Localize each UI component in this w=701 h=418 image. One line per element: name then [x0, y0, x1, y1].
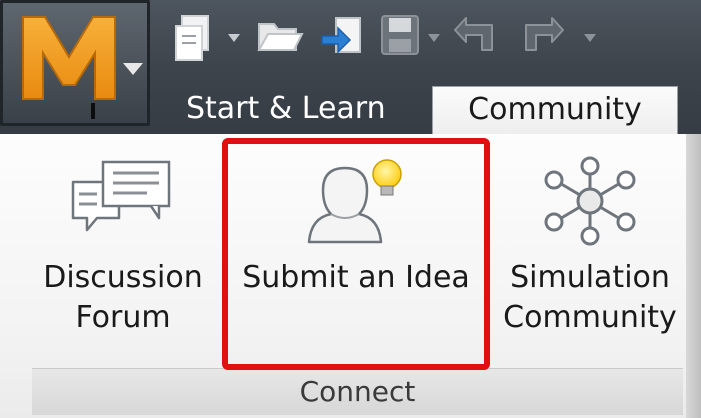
new-file-icon[interactable]	[172, 12, 216, 64]
discussion-forum-label: Discussion Forum	[32, 258, 214, 338]
discussion-forum-label-line2: Forum	[75, 300, 171, 335]
network-nodes-icon	[544, 156, 636, 246]
discussion-forum-button[interactable]: Discussion Forum	[32, 134, 214, 364]
highlight-box	[222, 138, 490, 370]
open-folder-icon[interactable]	[256, 12, 304, 58]
redo-icon[interactable]	[520, 12, 566, 56]
chevron-down-icon[interactable]	[228, 34, 240, 42]
app-button-indicator	[91, 103, 95, 119]
chevron-down-icon	[123, 63, 143, 75]
application-menu-button[interactable]	[0, 0, 150, 126]
undo-icon[interactable]	[452, 12, 498, 56]
tab-community[interactable]: Community	[432, 86, 678, 134]
import-icon[interactable]	[318, 12, 366, 60]
chevron-down-icon[interactable]	[428, 34, 440, 42]
panel-title: Connect	[299, 375, 416, 408]
speech-bubbles-icon	[71, 160, 171, 232]
panel-title-bar: Connect	[32, 368, 683, 415]
simulation-community-label-line2: Community	[503, 300, 677, 335]
simulation-community-label: Simulation Community	[496, 258, 684, 338]
discussion-forum-label-line1: Discussion	[43, 260, 203, 295]
chevron-down-icon[interactable]	[584, 34, 596, 42]
ribbon-right-edge	[686, 134, 701, 418]
save-icon[interactable]	[378, 12, 422, 58]
tab-start-and-learn[interactable]: Start & Learn	[186, 86, 410, 134]
simulation-community-button[interactable]: Simulation Community	[496, 134, 684, 364]
simulation-community-label-line1: Simulation	[510, 260, 670, 295]
application-title-bar: Start & Learn Community	[0, 0, 701, 134]
app-logo-icon	[22, 16, 116, 100]
